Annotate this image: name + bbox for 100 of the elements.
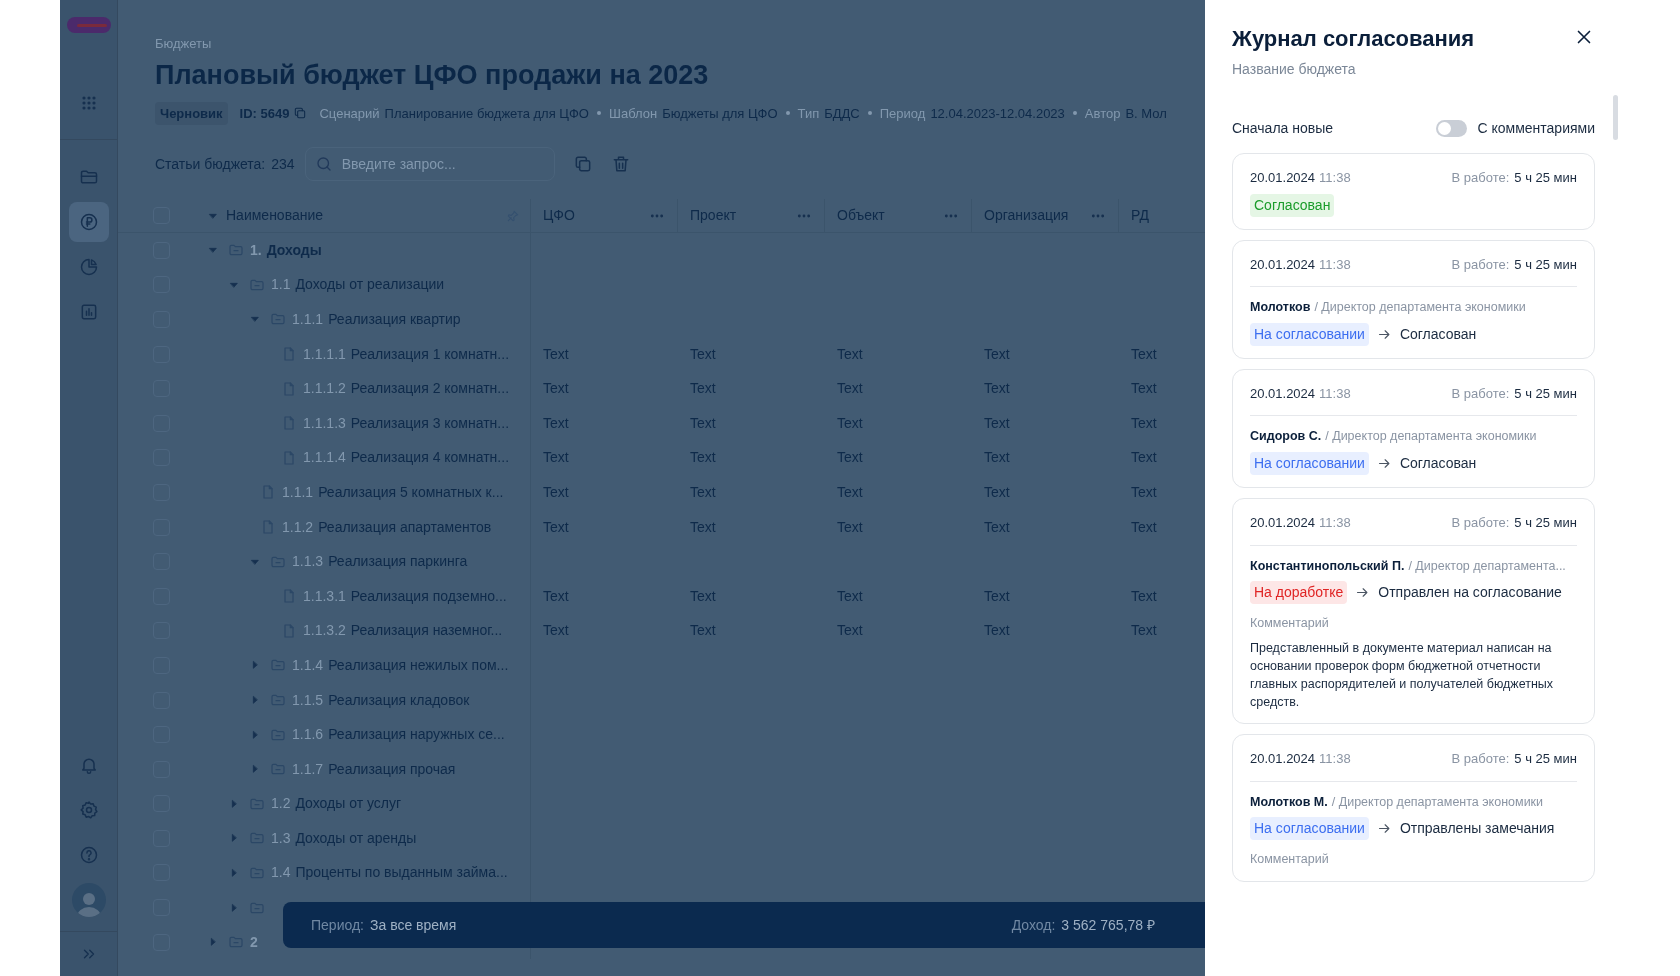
meta-label: Период <box>879 104 926 123</box>
collapsed-caret-icon[interactable] <box>250 695 260 705</box>
logo-icon <box>66 17 111 33</box>
folder-icon <box>78 167 99 187</box>
settings-icon <box>78 800 99 820</box>
row-number: 1.1 <box>271 275 291 295</box>
panel-subtitle: Название бюджета <box>1232 60 1357 79</box>
entry-time: 11:38 <box>1319 384 1351 403</box>
work-label: В работе: <box>1451 255 1510 274</box>
row-number: 1.1.5 <box>292 690 324 710</box>
copy-icon[interactable] <box>293 106 308 121</box>
person-role: / Директор департамента... <box>1408 557 1566 575</box>
collapsed-caret-icon[interactable] <box>250 660 260 671</box>
ruble-icon <box>78 212 99 232</box>
search-field[interactable]: Введите запрос... <box>304 147 555 181</box>
work-label: В работе: <box>1451 514 1510 532</box>
entry-time: 11:38 <box>1319 514 1351 532</box>
collapsed-caret-icon[interactable] <box>250 729 260 740</box>
status-result: Отправлен на согласование <box>1378 583 1562 603</box>
work-duration: 5 ч 25 мин <box>1514 255 1577 274</box>
entry-date: 20.01.2024 <box>1250 384 1316 403</box>
row-number: 1.3 <box>271 828 291 848</box>
row-number: 1.1.7 <box>292 759 324 779</box>
summary-label: Период: <box>311 915 364 935</box>
meta-label: Тип <box>797 104 820 123</box>
row-number: 1.1.3.1 <box>303 586 346 606</box>
meta-label: Сценарий <box>319 104 380 123</box>
status-result: Согласован <box>1399 324 1477 344</box>
person-name: Сидоров С. <box>1250 428 1322 446</box>
person-role: / Директор департамента экономики <box>1325 428 1537 446</box>
help-icon <box>78 845 99 865</box>
row-number: 2 <box>250 932 258 952</box>
panel-title: Журнал согласования <box>1232 25 1476 53</box>
row-number: 1.1.3 <box>292 552 324 572</box>
entry-date: 20.01.2024 <box>1250 169 1316 187</box>
expanded-caret-icon[interactable] <box>250 314 260 325</box>
meta-label: Автор <box>1084 104 1121 123</box>
collapsed-caret-icon[interactable] <box>229 868 239 878</box>
meta-label: Шаблон <box>609 104 658 123</box>
row-number: 1.1.1.3 <box>303 413 346 433</box>
row-number: 1.1.1.1 <box>303 344 346 364</box>
entry-time: 11:38 <box>1319 255 1351 274</box>
work-label: В работе: <box>1451 169 1510 187</box>
entry-time: 11:38 <box>1319 750 1351 768</box>
page-title: Плановый бюджет ЦФО продажи на 2023 <box>155 58 710 92</box>
row-number: 1.4 <box>271 863 291 883</box>
entry-date: 20.01.2024 <box>1250 255 1316 274</box>
status-result: Согласован <box>1399 454 1477 473</box>
summary-label: Доход: <box>1011 915 1056 935</box>
work-duration: 5 ч 25 мин <box>1514 384 1577 403</box>
pie-chart-icon <box>78 257 99 277</box>
arrow-right-icon <box>1376 456 1392 471</box>
person-name: Молотков <box>1250 299 1311 316</box>
comment-label: Комментарий <box>1250 851 1330 869</box>
person-role: / Директор департамента экономики <box>1331 793 1544 811</box>
collapsed-caret-icon[interactable] <box>229 902 239 913</box>
entry-date: 20.01.2024 <box>1250 514 1316 532</box>
row-number: 1. <box>250 240 262 260</box>
person-name: Молотков М. <box>1250 793 1328 811</box>
breadcrumb-link[interactable]: Бюджеты <box>155 0 1205 54</box>
row-number: 1.1.6 <box>292 725 324 745</box>
comment-text: Представленный в документе материал написан на основании проверок форм бюджетной отчетности главных распорядителей и получателей бюджетных средств. <box>1250 640 1555 711</box>
row-number: 1.1.2 <box>282 517 314 537</box>
status-badge: На согласовании <box>1250 322 1369 346</box>
comments-toggle[interactable] <box>1436 120 1468 137</box>
collapsed-caret-icon[interactable] <box>250 764 260 775</box>
collapsed-caret-icon[interactable] <box>229 798 239 809</box>
sort-option[interactable]: Сначала новые <box>1232 118 1437 139</box>
toggle-label: С комментариями <box>1477 119 1595 138</box>
summary-value: За все время <box>370 915 457 935</box>
work-duration: 5 ч 25 мин <box>1514 514 1577 532</box>
avatar[interactable] <box>71 883 106 917</box>
collapsed-caret-icon[interactable] <box>229 833 239 844</box>
row-number: 1.1.1 <box>282 482 314 502</box>
status-badge: Согласован <box>1250 193 1335 217</box>
nav-item[interactable] <box>68 202 109 242</box>
entry-date: 20.01.2024 <box>1250 750 1316 768</box>
comment-label: Комментарий <box>1250 615 1330 633</box>
person-role: / Директор департамента экономики <box>1314 299 1526 316</box>
row-number: 1.1.1 <box>292 310 324 329</box>
summary-value: 3 562 765,78 ₽ <box>1061 915 1155 935</box>
row-number: 1.2 <box>271 794 291 814</box>
search-icon <box>314 155 333 173</box>
scrollbar[interactable] <box>1613 95 1618 140</box>
status-result: Отправлены замечания <box>1399 819 1555 839</box>
status-badge: На согласовании <box>1250 452 1369 475</box>
row-number: 1.1.3.2 <box>303 621 346 641</box>
work-duration: 5 ч 25 мин <box>1514 169 1577 187</box>
collapsed-caret-icon[interactable] <box>208 937 218 948</box>
row-number: 1.1.1.2 <box>303 379 346 399</box>
entry-time: 11:38 <box>1319 169 1351 187</box>
status-badge: На согласовании <box>1250 817 1369 841</box>
row-number: 1.1.1.4 <box>303 448 346 468</box>
expanded-caret-icon[interactable] <box>208 245 218 256</box>
person-name: Константинопольский П. <box>1250 557 1405 575</box>
status-badge: На доработке <box>1250 581 1348 605</box>
row-number: 1.1.4 <box>292 655 324 675</box>
work-label: В работе: <box>1451 750 1510 768</box>
work-duration: 5 ч 25 мин <box>1514 750 1577 768</box>
work-label: В работе: <box>1451 384 1510 403</box>
